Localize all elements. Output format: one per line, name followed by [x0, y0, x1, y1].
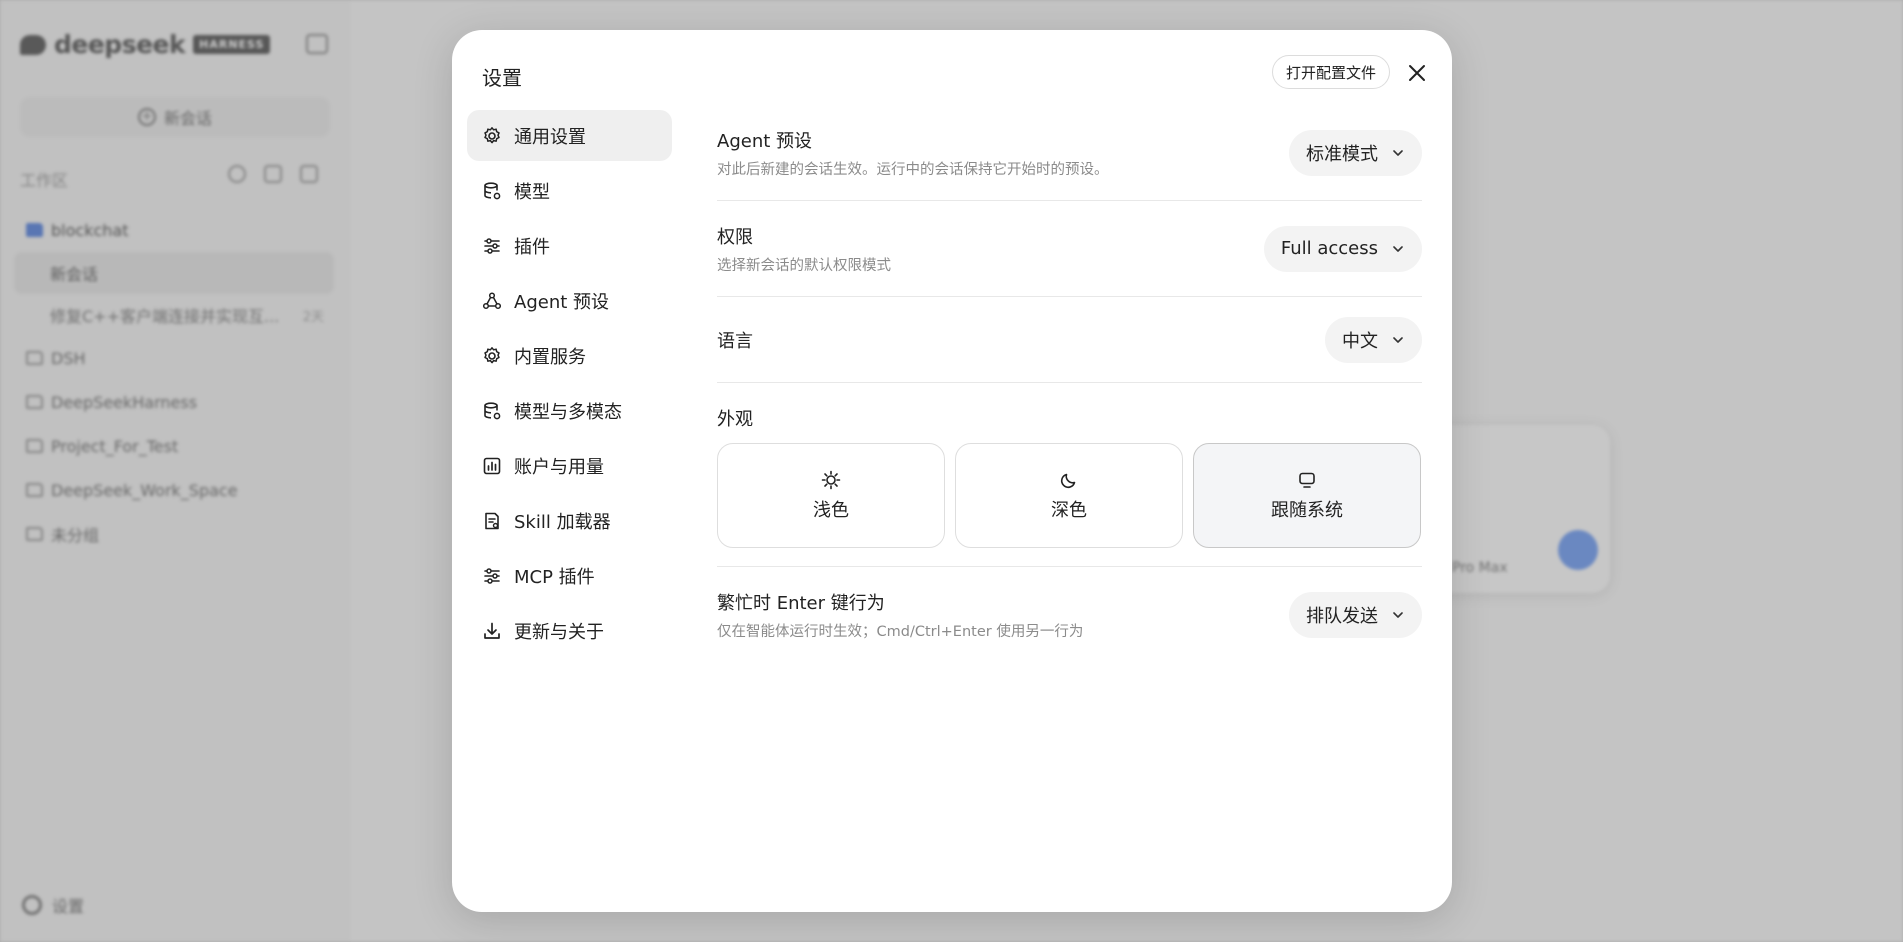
nav-item-plugins[interactable]: 插件 [467, 220, 672, 271]
nav-item-label: 更新与关于 [514, 621, 604, 643]
theme-system-option[interactable]: 跟随系统 [1193, 443, 1421, 548]
language-value: 中文 [1342, 330, 1378, 352]
nav-item-mcp-plugins[interactable]: MCP 插件 [467, 550, 672, 601]
settings-content: Agent 预设 对此后新建的会话生效。运行中的会话保持它开始时的预设。 标准模… [717, 105, 1422, 663]
nav-item-general[interactable]: 通用设置 [467, 110, 672, 161]
sliders-icon [482, 236, 502, 256]
appearance-label: 外观 [717, 409, 753, 430]
nav-item-label: 通用设置 [514, 126, 586, 148]
busy-enter-desc: 仅在智能体运行时生效；Cmd/Ctrl+Enter 使用另一行为 [717, 624, 1084, 640]
nav-item-label: Skill 加载器 [514, 511, 611, 533]
chevron-down-icon [1393, 149, 1403, 156]
language-label: 语言 [717, 330, 753, 352]
chevron-down-icon [1393, 336, 1403, 343]
nav-item-label: MCP 插件 [514, 566, 595, 588]
agent-preset-dropdown[interactable]: 标准模式 [1289, 129, 1422, 176]
settings-nav: 通用设置模型插件 Agent 预设 内置服务模型与多模态 账户与用量 Skill 加载器… [467, 110, 672, 660]
gear-icon [482, 346, 502, 366]
busy-enter-dropdown[interactable]: 排队发送 [1289, 592, 1422, 638]
settings-modal: 设置 打开配置文件 通用设置 模型 插件 Agent 预设 内置服务 模型与多模态 账户与用… [452, 30, 1452, 912]
setting-language: 语言 中文 [717, 297, 1422, 383]
nav-item-models[interactable]: 模型 [467, 165, 672, 216]
busy-enter-label: 繁忙时 Enter 键行为 [717, 593, 885, 614]
nav-item-skill-loader[interactable]: Skill 加载器 [467, 495, 672, 546]
chevron-down-icon [1393, 245, 1403, 252]
nav-item-label: 账户与用量 [514, 456, 604, 478]
nav-item-update-about[interactable]: 更新与关于 [467, 605, 672, 656]
nav-item-label: Agent 预设 [514, 291, 610, 313]
nav-item-label: 插件 [514, 236, 550, 258]
theme-light-option[interactable]: 浅色 [717, 443, 945, 548]
setting-agent-preset: Agent 预设 对此后新建的会话生效。运行中的会话保持它开始时的预设。 标准模… [717, 105, 1422, 201]
permission-dropdown[interactable]: Full access [1263, 225, 1422, 272]
database-icon [482, 181, 502, 201]
monitor-icon [1299, 472, 1315, 488]
database-icon [482, 401, 502, 421]
permission-value: Full access [1280, 238, 1378, 259]
nav-item-agent-presets[interactable]: Agent 预设 [467, 275, 672, 326]
gear-icon [482, 126, 502, 146]
theme-dark-label: 深色 [1051, 499, 1087, 521]
theme-light-label: 浅色 [813, 499, 849, 521]
nav-item-label: 内置服务 [514, 346, 586, 368]
agent-preset-label: Agent 预设 [717, 130, 813, 152]
permission-label: 权限 [717, 226, 753, 248]
moon-icon [1060, 473, 1076, 488]
permission-desc: 选择新会话的默认权限模式 [717, 257, 891, 274]
theme-dark-option[interactable]: 深色 [955, 443, 1183, 548]
modal-title: 设置 [482, 66, 522, 90]
chart-icon [482, 456, 502, 476]
busy-enter-value: 排队发送 [1306, 606, 1378, 627]
language-dropdown[interactable]: 中文 [1325, 316, 1422, 363]
close-icon [1409, 65, 1425, 81]
theme-options: 浅色 深色 跟随系统 [717, 443, 1422, 548]
nav-item-label: 模型 [514, 181, 550, 203]
nav-item-account-usage[interactable]: 账户与用量 [467, 440, 672, 491]
download-icon [482, 621, 502, 641]
nav-item-builtin-services[interactable]: 内置服务 [467, 330, 672, 381]
setting-busy-enter: 繁忙时 Enter 键行为 仅在智能体运行时生效；Cmd/Ctrl+Enter … [717, 567, 1422, 663]
sliders-icon [482, 566, 502, 586]
chevron-down-icon [1393, 612, 1403, 618]
setting-permission: 权限 选择新会话的默认权限模式 Full access [717, 201, 1422, 297]
nav-item-models-multimodal[interactable]: 模型与多模态 [467, 385, 672, 436]
agent-preset-value: 标准模式 [1306, 143, 1378, 165]
theme-system-label: 跟随系统 [1271, 499, 1343, 521]
document-icon [482, 511, 502, 531]
setting-appearance: 外观 浅色 深色 跟随系统 [717, 383, 1422, 567]
agent-icon [482, 291, 502, 311]
close-button[interactable] [1404, 60, 1430, 86]
open-config-button[interactable]: 打开配置文件 [1272, 55, 1391, 89]
nav-item-label: 模型与多模态 [514, 401, 622, 423]
sun-icon [821, 470, 841, 489]
agent-preset-desc: 对此后新建的会话生效。运行中的会话保持它开始时的预设。 [717, 161, 1109, 178]
